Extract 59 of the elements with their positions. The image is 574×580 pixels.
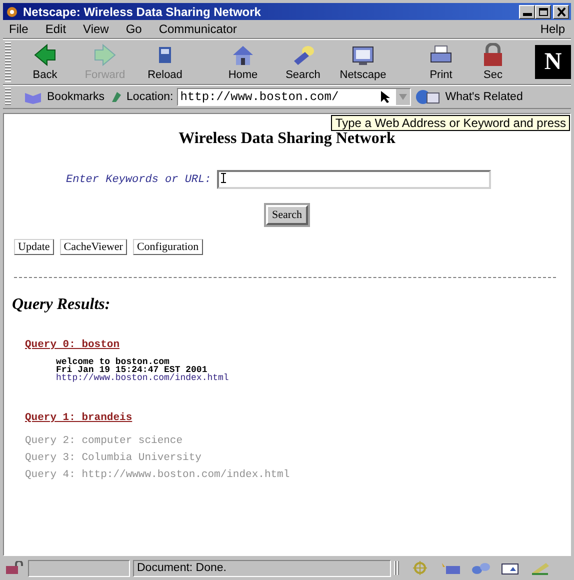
location-label: Location: <box>126 91 174 103</box>
page-heading: Wireless Data Sharing Network <box>178 130 396 148</box>
toolbar-button[interactable]: Back <box>15 43 75 81</box>
minimize-icon <box>522 12 532 16</box>
app-icon <box>5 4 19 18</box>
results-heading: Query Results: <box>12 296 112 314</box>
result-text: welcome to boston.com <box>56 358 170 366</box>
search-label: Enter Keywords or URL: <box>66 174 212 186</box>
query-item: Query 3: Columbia University <box>25 452 202 464</box>
globe-icon <box>415 89 442 105</box>
close-button[interactable] <box>553 4 569 18</box>
padlock-icon <box>481 43 505 67</box>
toolbar-button[interactable]: Netscape <box>333 43 393 81</box>
menu-item[interactable]: View <box>83 22 109 36</box>
toolbar-button[interactable]: Search <box>273 43 333 81</box>
maximize-icon <box>538 6 548 16</box>
chat-icon <box>470 561 490 575</box>
grip-handle[interactable] <box>5 42 11 82</box>
dropdown-arrow-icon <box>398 93 408 101</box>
netscape-logo: N <box>535 45 571 79</box>
pointer-icon <box>380 90 392 104</box>
query-link[interactable]: Query 0: boston <box>25 339 120 351</box>
menu-item[interactable]: File <box>9 22 28 36</box>
url-field[interactable]: http://www.boston.com/ <box>177 88 412 106</box>
arrow-icon <box>33 43 57 67</box>
query-link[interactable]: Query 1: brandeis <box>25 412 132 424</box>
window-title: Netscape: Wireless Data Sharing Network <box>23 4 262 18</box>
toolbar-button[interactable]: Home <box>213 43 273 81</box>
status-message: Document: Done. <box>133 560 391 576</box>
minimize-button[interactable] <box>519 4 535 18</box>
result-link[interactable]: http://www.boston.com/index.html <box>56 374 229 383</box>
menu-item[interactable]: Communicator <box>158 22 237 36</box>
maximize-button[interactable] <box>535 4 551 18</box>
bookmarks-button[interactable]: Bookmarks <box>47 91 105 103</box>
lock-icon <box>3 561 25 575</box>
toolbar-button[interactable]: Reload <box>135 43 195 81</box>
page-button[interactable]: Update <box>14 239 54 255</box>
bookmark-icon <box>23 90 43 104</box>
result-text: Fri Jan 19 15:24:47 EST 2001 <box>56 366 208 374</box>
page-button[interactable]: CacheViewer <box>60 239 127 255</box>
pen-icon <box>530 561 550 575</box>
menu-item[interactable]: Help <box>540 22 565 36</box>
page-button[interactable]: Configuration <box>132 239 203 255</box>
whats-related-button[interactable]: What's Related <box>445 91 523 103</box>
house-icon <box>231 43 255 67</box>
search-field[interactable] <box>217 170 492 189</box>
grip-handle[interactable] <box>5 88 11 106</box>
menu-item[interactable]: Go <box>126 22 142 36</box>
toolbar-button[interactable]: Sec <box>481 43 505 81</box>
grip-handle[interactable] <box>394 561 399 575</box>
toolbar-button[interactable]: Print <box>411 43 471 81</box>
text-cursor-icon <box>221 173 226 183</box>
tooltip: Type a Web Address or Keyword and press <box>331 115 570 131</box>
menu-item[interactable]: Edit <box>45 22 66 36</box>
query-item: Query 2: computer science <box>25 435 184 447</box>
query-item: Query 4: http://wwww.boston.com/index.html <box>25 469 291 481</box>
search-button[interactable]: Search <box>266 205 308 225</box>
arrow-icon <box>93 43 117 67</box>
close-icon <box>556 6 566 16</box>
